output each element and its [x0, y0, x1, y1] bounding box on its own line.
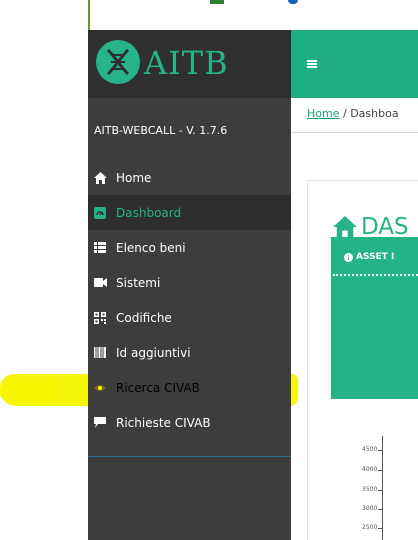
list-icon — [94, 242, 116, 253]
breadcrumb-separator: / — [339, 107, 351, 120]
tab-fragment — [210, 0, 224, 4]
y-tick-label: 2500 — [362, 524, 378, 531]
window-edge — [88, 0, 90, 32]
asset-info-dots — [333, 274, 418, 276]
highlighter-mark — [0, 380, 60, 402]
asset-info-label: ASSET I — [344, 252, 394, 262]
home-icon — [94, 171, 116, 184]
dashboard-icon — [94, 206, 116, 219]
browser-top-strip — [88, 0, 418, 30]
breadcrumb-home-link[interactable]: Home — [307, 107, 339, 120]
page: AITB AITB-WEBCALL - V. 1.7.6 Home Dashbo… — [0, 0, 418, 540]
eye-icon — [94, 384, 116, 392]
barcode-icon — [94, 347, 116, 358]
sidebar-menu: Home Dashboard Elenco beni Sistemi Codif… — [88, 160, 291, 440]
sidebar-item-label: Richieste CIVAB — [116, 415, 211, 430]
sidebar-item-label: Ricerca CIVAB — [116, 380, 200, 395]
y-tick-mark — [378, 509, 382, 510]
sidebar-item-label: Home — [116, 170, 152, 185]
y-tick-label: 4000 — [362, 466, 378, 473]
sidebar-item-label: Dashboard — [116, 205, 182, 220]
sidebar-item-richieste-civab[interactable]: Richieste CIVAB — [88, 405, 291, 440]
tab-fragment — [288, 0, 298, 4]
sidebar-item-label: Id aggiuntivi — [116, 345, 191, 360]
breadcrumb-current: Dashboa — [350, 107, 399, 120]
comment-icon — [94, 417, 116, 428]
y-tick-mark — [378, 490, 382, 491]
sidebar: AITB AITB-WEBCALL - V. 1.7.6 Home Dashbo… — [88, 30, 291, 540]
info-icon — [344, 252, 353, 262]
breadcrumb-divider — [291, 132, 418, 133]
sidebar-item-elenco-beni[interactable]: Elenco beni — [88, 230, 291, 265]
asset-info-text: ASSET I — [356, 252, 395, 262]
sidebar-item-sistemi[interactable]: Sistemi — [88, 265, 291, 300]
y-tick-mark — [378, 450, 382, 451]
y-tick-label: 4500 — [362, 446, 378, 453]
home-icon — [333, 216, 357, 238]
qr-code-icon — [94, 311, 116, 324]
top-header — [291, 30, 418, 98]
sidebar-item-label: Elenco beni — [116, 240, 186, 255]
y-tick-mark — [378, 470, 382, 471]
app-logo-text: AITB — [144, 44, 229, 82]
breadcrumb: Home / Dashboa — [307, 107, 399, 120]
sidebar-item-label: Sistemi — [116, 275, 161, 290]
y-tick-mark — [378, 528, 382, 529]
sidebar-item-dashboard[interactable]: Dashboard — [88, 195, 291, 230]
sidebar-item-id-aggiuntivi[interactable]: Id aggiuntivi — [88, 335, 291, 370]
menu-toggle-icon[interactable] — [307, 60, 317, 68]
sidebar-item-codifiche[interactable]: Codifiche — [88, 300, 291, 335]
y-tick-label: 3500 — [362, 486, 378, 493]
sidebar-item-home[interactable]: Home — [88, 160, 291, 195]
video-camera-icon — [94, 278, 116, 287]
sidebar-item-label: Codifiche — [116, 310, 172, 325]
sidebar-divider — [88, 456, 291, 457]
dna-logo-icon — [96, 40, 140, 84]
y-tick-label: 3000 — [362, 505, 378, 512]
app-version: AITB-WEBCALL - V. 1.7.6 — [94, 124, 228, 137]
chart-y-axis-line — [382, 436, 383, 540]
sidebar-item-ricerca-civab[interactable]: Ricerca CIVAB — [88, 370, 291, 405]
logo-bar[interactable]: AITB — [88, 30, 291, 98]
